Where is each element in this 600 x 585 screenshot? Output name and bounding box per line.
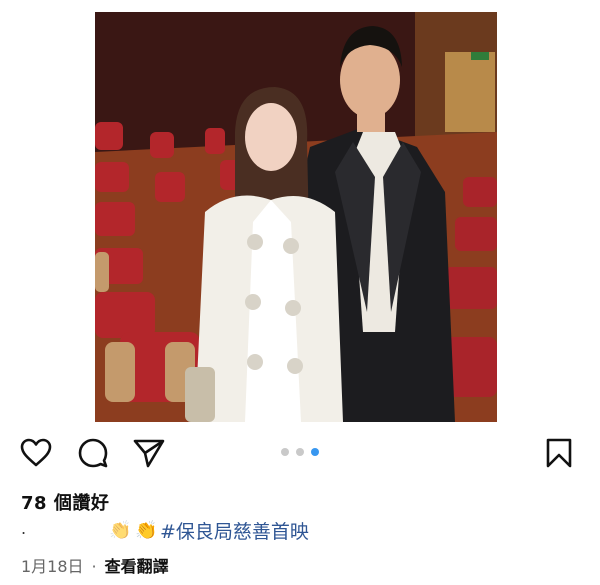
clapping-hands-icon: 👏: [135, 520, 158, 541]
caption-lead: .: [21, 519, 27, 538]
meta-separator: ·: [91, 557, 97, 576]
likes-count[interactable]: 78 個讚好: [21, 489, 109, 515]
post-meta: 1月18日 · 查看翻譯: [21, 553, 169, 577]
post-actions-bar: [0, 435, 600, 475]
carousel-dot: [281, 448, 289, 456]
hashtag-link[interactable]: #保良局慈善首映: [160, 517, 309, 544]
bookmark-icon[interactable]: [541, 435, 577, 471]
carousel-dot-active: [311, 448, 319, 456]
clapping-hands-icon: 👏: [109, 520, 132, 541]
post-caption: . 👏 👏 #保良局慈善首映: [21, 517, 581, 545]
post-photo[interactable]: [95, 12, 497, 422]
paper-plane-icon[interactable]: [131, 435, 167, 471]
heart-icon[interactable]: [18, 435, 54, 471]
post-date: 1月18日: [21, 557, 84, 576]
carousel-dot: [296, 448, 304, 456]
carousel-indicator: [281, 448, 319, 456]
comment-icon[interactable]: [75, 435, 111, 471]
see-translation-link[interactable]: 查看翻譯: [105, 557, 169, 576]
